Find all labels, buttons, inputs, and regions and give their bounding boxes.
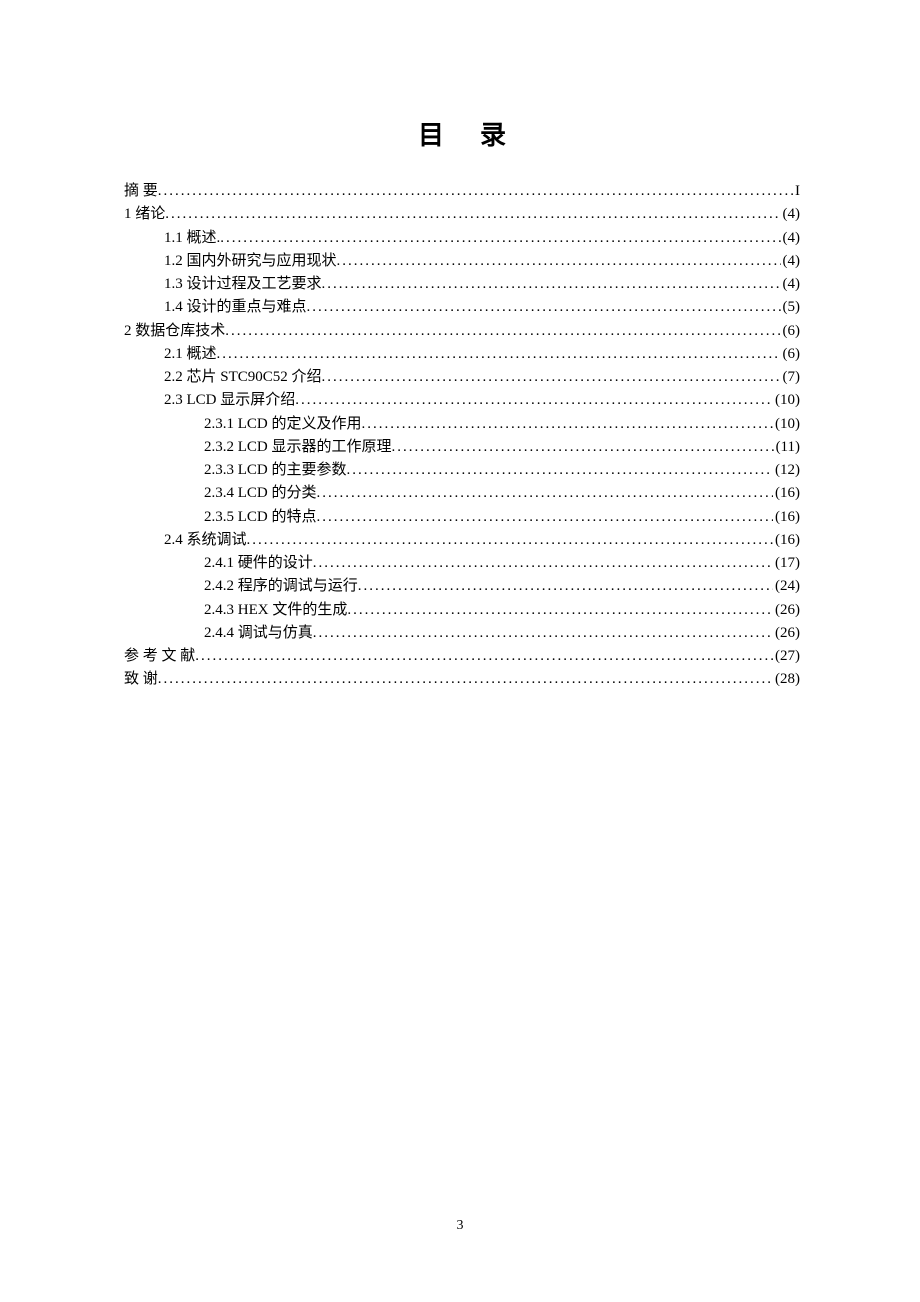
- toc-leader-dots: [313, 622, 773, 645]
- toc-entry-page: (17): [773, 552, 800, 575]
- toc-leader-dots: [347, 599, 773, 622]
- toc-leader-dots: [195, 645, 773, 668]
- toc-entry: 2 数据仓库技术 (6): [124, 320, 800, 343]
- toc-entry: 2.4.2 程序的调试与运行 (24): [124, 575, 800, 598]
- page-number: 3: [0, 1218, 920, 1234]
- toc-entry: 2.4.1 硬件的设计 (17): [124, 552, 800, 575]
- toc-entry-page: (16): [773, 506, 800, 529]
- toc-entry-page: (26): [773, 599, 800, 622]
- toc-leader-dots: [358, 575, 773, 598]
- toc-entry: 1.4 设计的重点与难点 (5): [124, 296, 800, 319]
- toc-entry-label: 2.1 概述: [164, 343, 217, 366]
- toc-entry: 2.3.5 LCD 的特点 (16): [124, 506, 800, 529]
- toc-entry-label: 2.3.3 LCD 的主要参数: [204, 459, 347, 482]
- toc-entry: 参 考 文 献 (27): [124, 645, 800, 668]
- toc-leader-dots: [362, 413, 773, 436]
- toc-entry-page: (16): [773, 482, 800, 505]
- toc-title: 目录: [124, 115, 800, 152]
- toc-entry-page: (12): [773, 459, 800, 482]
- toc-entry-label: 2.4.3 HEX 文件的生成: [204, 599, 347, 622]
- toc-entry-page: (24): [773, 575, 800, 598]
- toc-entry-label: 参 考 文 献: [124, 645, 195, 668]
- toc-entry: 2.4.3 HEX 文件的生成 (26): [124, 599, 800, 622]
- toc-entry: 2.2 芯片 STC90C52 介绍 (7): [124, 366, 800, 389]
- toc-entry-page: (5): [781, 296, 801, 319]
- toc-entry-page: (7): [781, 366, 801, 389]
- toc-entry-label: 1 绪论: [124, 203, 165, 226]
- toc-leader-dots: [347, 459, 773, 482]
- toc-entry-page: (10): [773, 413, 800, 436]
- toc-leader-dots: [158, 668, 773, 691]
- toc-entry-label: 2.4.4 调试与仿真: [204, 622, 313, 645]
- toc-leader-dots: [392, 436, 774, 459]
- document-page: 目录 摘 要 I 1 绪论 (4) 1.1 概述. (4) 1.2 国内外研究与应用现状 (4…: [0, 0, 920, 692]
- toc-entry: 1.3 设计过程及工艺要求 (4): [124, 273, 800, 296]
- toc-leader-dots: [225, 320, 780, 343]
- toc-entry-page: (4): [781, 203, 801, 226]
- toc-entry: 2.3.4 LCD 的分类 (16): [124, 482, 800, 505]
- table-of-contents: 摘 要I1 绪论(4)1.1 概述.(4)1.2 国内外研究与应用现状(4)1.…: [124, 180, 800, 692]
- toc-leader-dots: [313, 552, 773, 575]
- toc-leader-dots: [337, 250, 781, 273]
- toc-entry-label: 1.4 设计的重点与难点: [164, 296, 307, 319]
- toc-leader-dots: [247, 529, 773, 552]
- toc-entry-label: 1.2 国内外研究与应用现状: [164, 250, 337, 273]
- toc-entry: 2.3.3 LCD 的主要参数 (12): [124, 459, 800, 482]
- toc-entry-page: (6): [781, 343, 801, 366]
- toc-entry-label: 2 数据仓库技术: [124, 320, 225, 343]
- toc-entry-label: 1.1 概述.: [164, 227, 220, 250]
- toc-entry-label: 2.3.5 LCD 的特点: [204, 506, 317, 529]
- toc-entry-page: (4): [781, 273, 801, 296]
- toc-entry-label: 2.4.1 硬件的设计: [204, 552, 313, 575]
- toc-entry: 致 谢 (28): [124, 668, 800, 691]
- toc-entry-label: 2.3.1 LCD 的定义及作用: [204, 413, 362, 436]
- toc-entry-label: 2.3.2 LCD 显示器的工作原理: [204, 436, 392, 459]
- toc-entry: 2.4 系统调试 (16): [124, 529, 800, 552]
- toc-entry-page: (16): [773, 529, 800, 552]
- toc-leader-dots: [317, 482, 773, 505]
- toc-entry: 2.3 LCD 显示屏介绍 (10): [124, 389, 800, 412]
- toc-entry-page: (27): [773, 645, 800, 668]
- toc-entry: 1 绪论 (4): [124, 203, 800, 226]
- toc-entry: 2.3.1 LCD 的定义及作用 (10): [124, 413, 800, 436]
- toc-entry: 2.3.2 LCD 显示器的工作原理 (11): [124, 436, 800, 459]
- toc-entry-label: 2.2 芯片 STC90C52 介绍: [164, 366, 322, 389]
- toc-leader-dots: [165, 203, 780, 226]
- toc-leader-dots: [158, 180, 793, 203]
- toc-entry-label: 2.3.4 LCD 的分类: [204, 482, 317, 505]
- toc-entry-page: (6): [781, 320, 801, 343]
- toc-entry-page: (4): [781, 227, 801, 250]
- toc-entry: 1.2 国内外研究与应用现状 (4): [124, 250, 800, 273]
- toc-leader-dots: [322, 366, 781, 389]
- toc-entry-label: 2.4.2 程序的调试与运行: [204, 575, 358, 598]
- toc-leader-dots: [317, 506, 773, 529]
- toc-leader-dots: [322, 273, 781, 296]
- toc-entry-label: 1.3 设计过程及工艺要求: [164, 273, 322, 296]
- toc-entry-label: 摘 要: [124, 180, 158, 203]
- toc-entry-page: (28): [773, 668, 800, 691]
- toc-entry-page: (11): [774, 436, 800, 459]
- toc-entry: 1.1 概述. (4): [124, 227, 800, 250]
- toc-entry-label: 2.4 系统调试: [164, 529, 247, 552]
- toc-entry-page: (26): [773, 622, 800, 645]
- toc-leader-dots: [295, 389, 773, 412]
- toc-leader-dots: [307, 296, 781, 319]
- toc-leader-dots: [217, 343, 781, 366]
- toc-leader-dots: [220, 227, 780, 250]
- toc-entry: 摘 要I: [124, 180, 800, 203]
- toc-entry-label: 致 谢: [124, 668, 158, 691]
- toc-entry-label: 2.3 LCD 显示屏介绍: [164, 389, 295, 412]
- toc-entry: 2.4.4 调试与仿真 (26): [124, 622, 800, 645]
- toc-entry-page: (4): [781, 250, 801, 273]
- toc-entry: 2.1 概述 (6): [124, 343, 800, 366]
- toc-entry-page: I: [793, 180, 800, 203]
- toc-entry-page: (10): [773, 389, 800, 412]
